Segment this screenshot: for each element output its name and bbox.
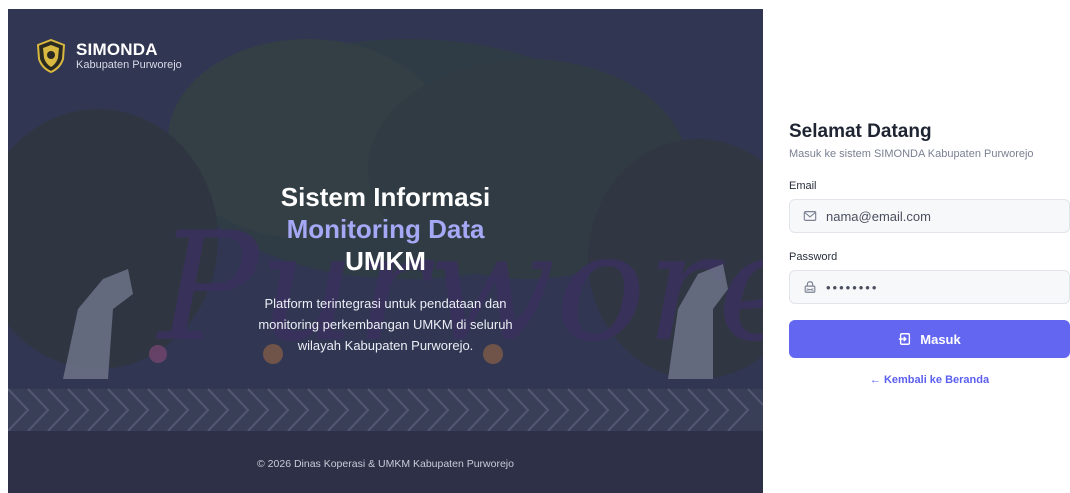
hero-title-line1: Sistem Informasi xyxy=(280,182,491,212)
brand-name: SIMONDA xyxy=(76,39,158,59)
login-form: Selamat Datang Masuk ke sistem SIMONDA K… xyxy=(789,120,1070,386)
hero-panel: Purworejo SIMONDA Ka xyxy=(8,9,763,493)
brand-region: Kabupaten Purworejo xyxy=(76,58,182,71)
arrow-left-icon: ← xyxy=(869,374,881,386)
hero-heading: Sistem Informasi Monitoring Data UMKM Pl… xyxy=(8,181,763,356)
password-label: Password xyxy=(789,251,838,263)
email-field-wrapper xyxy=(789,199,1070,233)
mail-icon xyxy=(803,211,817,221)
brand-header: SIMONDA Kabupaten Purworejo xyxy=(36,39,182,73)
login-subtitle: Masuk ke sistem SIMONDA Kabupaten Purwor… xyxy=(789,148,1034,160)
login-title: Selamat Datang xyxy=(789,121,932,142)
login-icon xyxy=(899,333,911,345)
back-to-home: ← Kembali ke Beranda xyxy=(789,374,1070,386)
login-page: Purworejo SIMONDA Ka xyxy=(0,0,1070,493)
shield-logo-icon xyxy=(36,39,66,73)
login-submit-label: Masuk xyxy=(920,331,961,347)
password-field-wrapper[interactable]: •••••••• xyxy=(789,270,1070,304)
email-input[interactable] xyxy=(826,208,1056,224)
lock-icon xyxy=(804,281,816,293)
hero-title-line2: Monitoring Data xyxy=(286,214,485,244)
back-to-home-label: Kembali ke Beranda xyxy=(883,374,990,386)
back-to-home-link[interactable]: ← Kembali ke Beranda xyxy=(870,374,989,386)
hero-title-line3: UMKM xyxy=(345,246,426,276)
email-label: Email xyxy=(789,180,817,192)
copyright-footer: © 2026 Dinas Koperasi & UMKM Kabupaten P… xyxy=(257,458,514,470)
password-input[interactable]: •••••••• xyxy=(826,280,878,295)
login-submit-button[interactable]: Masuk xyxy=(789,320,1070,358)
hero-description: Platform terintegrasi untuk pendataan da… xyxy=(258,296,513,353)
